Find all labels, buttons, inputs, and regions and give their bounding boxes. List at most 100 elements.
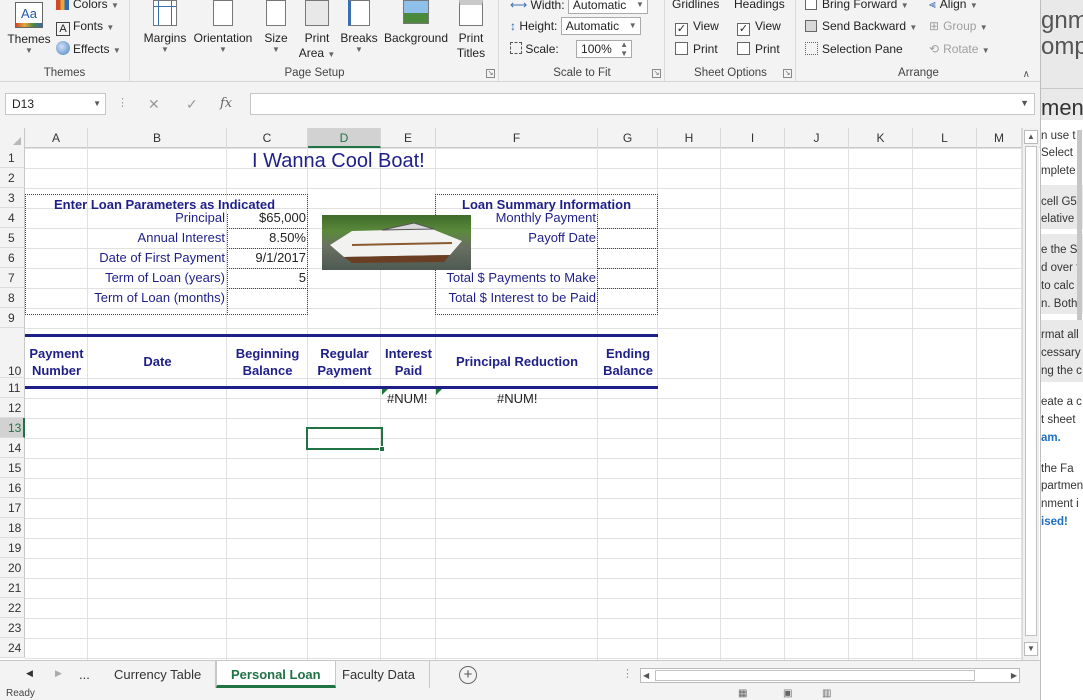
worksheet-grid[interactable]: ABCDEFGHIJKLM 1 2 3 4 5 6 7 8 9 10 11 12 13 14 15 16 17 1… — [0, 128, 1040, 660]
tab-faculty-data[interactable]: Faculty Data — [328, 661, 430, 688]
summary-value[interactable] — [598, 208, 658, 228]
themes-button[interactable]: Aa Themes ▼ — [6, 0, 52, 55]
page-layout-view-icon[interactable]: ▣ — [783, 688, 792, 699]
column-header-g[interactable]: G — [598, 128, 658, 148]
scroll-right-icon[interactable]: ▶ — [1011, 669, 1017, 682]
new-sheet-button[interactable]: + — [459, 666, 477, 684]
name-box[interactable]: D13 ▼ — [5, 93, 106, 115]
column-header-h[interactable]: H — [658, 128, 721, 148]
column-header-m[interactable]: M — [977, 128, 1022, 148]
param-value[interactable]: 9/1/2017 — [227, 248, 308, 268]
insert-function-icon[interactable]: fx — [220, 96, 232, 111]
error-indicator-icon[interactable] — [382, 389, 388, 395]
drag-handle-icon[interactable]: ⋮ — [117, 96, 128, 109]
error-indicator-icon[interactable] — [436, 389, 442, 395]
enter-icon[interactable]: ✓ — [186, 96, 198, 113]
row-header-4[interactable]: 4 — [0, 208, 25, 228]
select-all-button[interactable] — [0, 128, 25, 148]
formula-input[interactable]: ▼ — [250, 93, 1035, 115]
print-titles-button[interactable]: Print Titles — [453, 0, 489, 61]
page-break-view-icon[interactable]: ▥ — [822, 688, 831, 699]
column-header-a[interactable]: A — [25, 128, 88, 148]
headings-print-checkbox[interactable]: Print — [737, 40, 780, 58]
spin-down-icon[interactable]: ▼ — [620, 46, 628, 62]
expand-formula-icon[interactable]: ▼ — [1020, 98, 1029, 108]
row-header-8[interactable]: 8 — [0, 288, 25, 308]
colors-button[interactable]: Colors ▼ — [56, 0, 119, 13]
sheet-options-launcher-icon[interactable]: ↘ — [783, 69, 792, 78]
row-header-11[interactable]: 11 — [0, 378, 25, 398]
column-header-j[interactable]: J — [785, 128, 849, 148]
row-header-10[interactable]: 10 — [0, 328, 25, 378]
row-header-15[interactable]: 15 — [0, 458, 25, 478]
effects-button[interactable]: Effects ▼ — [56, 40, 121, 58]
group-button[interactable]: ⊞ Group ▼ — [929, 17, 988, 35]
param-value[interactable]: 5 — [227, 268, 308, 288]
principal-reduction-error[interactable]: #NUM! — [495, 389, 539, 409]
orientation-button[interactable]: Orientation ▼ — [191, 0, 255, 54]
row-header-7[interactable]: 7 — [0, 268, 25, 288]
tab-more[interactable]: ... — [70, 661, 99, 688]
summary-value[interactable] — [598, 228, 658, 248]
column-header-c[interactable]: C — [227, 128, 308, 148]
scroll-up-icon[interactable]: ▲ — [1024, 130, 1038, 144]
row-header-20[interactable]: 20 — [0, 558, 25, 578]
row-header-18[interactable]: 18 — [0, 518, 25, 538]
tab-personal-loan[interactable]: Personal Loan — [216, 661, 336, 688]
row-header-12[interactable]: 12 — [0, 398, 25, 418]
row-header-23[interactable]: 23 — [0, 618, 25, 638]
size-button[interactable]: Size ▼ — [259, 0, 293, 54]
horizontal-scroll-thumb[interactable] — [655, 670, 975, 681]
column-header-b[interactable]: B — [88, 128, 227, 148]
vertical-scrollbar[interactable]: ▲ ▼ — [1022, 128, 1039, 660]
column-header-f[interactable]: F — [436, 128, 598, 148]
print-area-button[interactable]: Print Area ▼ — [297, 0, 337, 62]
tab-scroll-left-icon[interactable]: ◀ — [26, 668, 33, 679]
scale-to-fit-launcher-icon[interactable]: ↘ — [652, 69, 661, 78]
param-value[interactable]: $65,000 — [227, 208, 308, 228]
row-header-13[interactable]: 13 — [0, 418, 25, 438]
interest-paid-error[interactable]: #NUM! — [385, 389, 429, 409]
side-panel-scrollbar[interactable] — [1077, 130, 1082, 320]
row-header-6[interactable]: 6 — [0, 248, 25, 268]
cancel-icon[interactable]: ✕ — [148, 96, 160, 113]
scale-spinner[interactable]: 100% ▲ ▼ — [576, 40, 633, 58]
row-header-14[interactable]: 14 — [0, 438, 25, 458]
selection-pane-button[interactable]: Selection Pane — [805, 40, 903, 58]
summary-value[interactable] — [598, 288, 658, 308]
fonts-button[interactable]: A Fonts ▼ — [56, 17, 114, 36]
width-select[interactable]: Automatic ▼ — [567, 0, 648, 14]
align-button[interactable]: ⫷ Align ▼ — [929, 0, 978, 13]
boat-image[interactable] — [322, 215, 471, 270]
summary-value[interactable] — [598, 248, 658, 268]
row-header-3[interactable]: 3 — [0, 188, 25, 208]
normal-view-icon[interactable]: ▦ — [738, 688, 747, 699]
row-header-21[interactable]: 21 — [0, 578, 25, 598]
page-setup-launcher-icon[interactable]: ↘ — [486, 69, 495, 78]
rotate-button[interactable]: ⟲ Rotate ▼ — [929, 40, 990, 58]
row-header-16[interactable]: 16 — [0, 478, 25, 498]
param-value[interactable]: 8.50% — [227, 228, 308, 248]
horizontal-scrollbar[interactable]: ◀ ▶ — [640, 668, 1020, 683]
row-header-1[interactable]: 1 — [0, 148, 25, 168]
breaks-button[interactable]: Breaks ▼ — [339, 0, 379, 54]
row-header-19[interactable]: 19 — [0, 538, 25, 558]
column-header-i[interactable]: I — [721, 128, 785, 148]
column-header-l[interactable]: L — [913, 128, 977, 148]
row-header-5[interactable]: 5 — [0, 228, 25, 248]
row-header-9[interactable]: 9 — [0, 308, 25, 328]
row-header-2[interactable]: 2 — [0, 168, 25, 188]
gridlines-print-checkbox[interactable]: Print — [675, 40, 718, 58]
vertical-scroll-thumb[interactable] — [1025, 146, 1037, 636]
bring-forward-button[interactable]: Bring Forward ▼ — [805, 0, 909, 13]
gridlines-view-checkbox[interactable]: ✓ View — [675, 17, 719, 36]
tab-currency-table[interactable]: Currency Table — [100, 661, 217, 688]
row-header-24[interactable]: 24 — [0, 638, 25, 658]
scroll-left-icon[interactable]: ◀ — [643, 669, 649, 682]
height-select[interactable]: Automatic ▼ — [560, 17, 641, 35]
scroll-down-icon[interactable]: ▼ — [1024, 642, 1038, 656]
margins-button[interactable]: Margins ▼ — [141, 0, 189, 54]
param-value[interactable] — [227, 288, 308, 308]
row-header-22[interactable]: 22 — [0, 598, 25, 618]
summary-value[interactable] — [598, 268, 658, 288]
